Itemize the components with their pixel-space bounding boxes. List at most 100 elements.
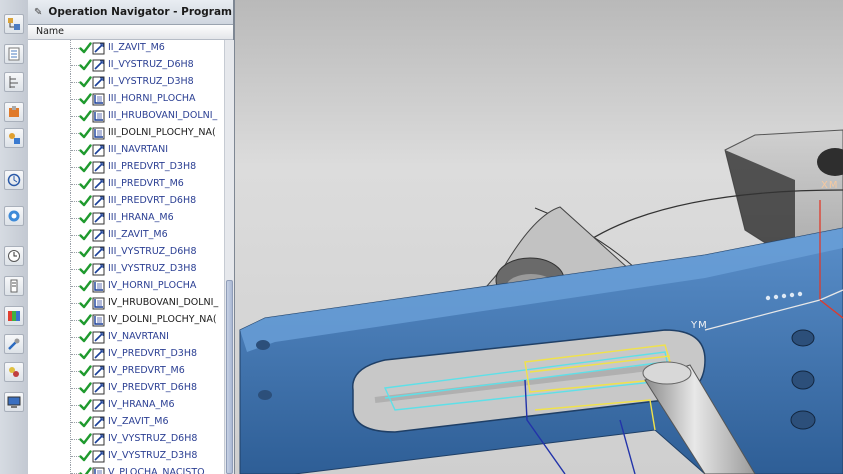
tool-icon[interactable] bbox=[4, 334, 24, 354]
face-mill-op-icon bbox=[92, 127, 105, 140]
machine-tool-icon[interactable] bbox=[4, 102, 24, 122]
drill-op-icon bbox=[92, 161, 105, 174]
part-hole-2 bbox=[791, 370, 815, 390]
operation-row[interactable]: III_PREDVRT_D6H8 bbox=[28, 193, 224, 210]
operation-row[interactable]: II_VYSTRUZ_D6H8 bbox=[28, 57, 224, 74]
operation-label: IV_PREDVRT_D6H8 bbox=[108, 382, 198, 393]
operation-row[interactable]: IV_VYSTRUZ_D6H8 bbox=[28, 431, 224, 448]
navigator-title: Operation Navigator - Program O... bbox=[48, 6, 233, 18]
operation-label: IV_PREDVRT_D3H8 bbox=[108, 348, 198, 359]
operation-label: IV_VYSTRUZ_D6H8 bbox=[108, 433, 198, 444]
operation-row[interactable]: IV_ZAVIT_M6 bbox=[28, 414, 224, 431]
status-complete-icon bbox=[79, 110, 92, 122]
pin-icon[interactable]: ✎ bbox=[34, 7, 42, 18]
operation-row[interactable]: III_ZAVIT_M6 bbox=[28, 227, 224, 244]
status-complete-icon bbox=[79, 416, 92, 428]
operation-label: IV_HRANA_M6 bbox=[108, 399, 175, 410]
part-hole-left-2 bbox=[258, 390, 272, 400]
status-complete-icon bbox=[79, 450, 92, 462]
column-header-label: Name bbox=[36, 26, 65, 37]
drill-op-icon bbox=[92, 76, 105, 89]
drill-op-icon bbox=[92, 178, 105, 191]
history-icon[interactable] bbox=[4, 170, 24, 190]
operation-row[interactable]: III_HRANA_M6 bbox=[28, 210, 224, 227]
tree-branch-line bbox=[71, 337, 79, 338]
operation-row[interactable]: III_VYSTRUZ_D3H8 bbox=[28, 261, 224, 278]
scrollbar-thumb[interactable] bbox=[226, 280, 233, 474]
tree-branch-line bbox=[71, 320, 79, 321]
operation-row[interactable]: II_VYSTRUZ_D3H8 bbox=[28, 74, 224, 91]
status-complete-icon bbox=[79, 467, 92, 474]
operation-label: IV_HORNI_PLOCHA bbox=[108, 280, 197, 291]
operation-row[interactable]: IV_PREDVRT_M6 bbox=[28, 363, 224, 380]
assembly-navigator-icon[interactable] bbox=[4, 72, 24, 92]
status-complete-icon bbox=[79, 76, 92, 88]
drill-op-icon bbox=[92, 59, 105, 72]
operation-row[interactable]: IV_NAVRTANI bbox=[28, 329, 224, 346]
operation-row[interactable]: III_PREDVRT_M6 bbox=[28, 176, 224, 193]
status-complete-icon bbox=[79, 229, 92, 241]
tree-branch-line bbox=[71, 439, 79, 440]
tree-branch-line bbox=[71, 218, 79, 219]
operation-label: III_VYSTRUZ_D3H8 bbox=[108, 263, 197, 274]
operation-label: IV_ZAVIT_M6 bbox=[108, 416, 169, 427]
tree-branch-line bbox=[71, 150, 79, 151]
drill-op-icon bbox=[92, 416, 105, 429]
operation-row[interactable]: IV_HORNI_PLOCHA bbox=[28, 278, 224, 295]
palette-icon[interactable] bbox=[4, 306, 24, 326]
status-complete-icon bbox=[79, 42, 92, 54]
operation-row[interactable]: III_PREDVRT_D3H8 bbox=[28, 159, 224, 176]
operation-row[interactable]: IV_PREDVRT_D6H8 bbox=[28, 380, 224, 397]
operation-row[interactable]: IV_HRUBOVANI_DOLNI_ bbox=[28, 295, 224, 312]
status-complete-icon bbox=[79, 297, 92, 309]
tree-branch-line bbox=[71, 82, 79, 83]
operation-row[interactable]: III_VYSTRUZ_D6H8 bbox=[28, 244, 224, 261]
vertical-scrollbar[interactable] bbox=[224, 40, 234, 474]
tree-branch-line bbox=[71, 99, 79, 100]
drill-op-icon bbox=[92, 433, 105, 446]
tree-branch-line bbox=[71, 388, 79, 389]
operation-row[interactable]: II_ZAVIT_M6 bbox=[28, 40, 224, 57]
part-navigator-icon[interactable] bbox=[4, 44, 24, 64]
drill-op-icon bbox=[92, 246, 105, 259]
operation-row[interactable]: III_HRUBOVANI_DOLNI_ bbox=[28, 108, 224, 125]
tree-branch-line bbox=[71, 133, 79, 134]
tree-branch-line bbox=[71, 167, 79, 168]
operation-row[interactable]: V_PLOCHA_NACISTO bbox=[28, 465, 224, 474]
operation-row[interactable]: IV_VYSTRUZ_D3H8 bbox=[28, 448, 224, 465]
drill-op-icon bbox=[92, 229, 105, 242]
constraint-icon[interactable] bbox=[4, 276, 24, 296]
operation-row[interactable]: IV_PREDVRT_D3H8 bbox=[28, 346, 224, 363]
graphics-viewport[interactable]: XM YM bbox=[235, 0, 843, 474]
drill-op-icon bbox=[92, 195, 105, 208]
operation-row[interactable]: IV_HRANA_M6 bbox=[28, 397, 224, 414]
operation-label: III_NAVRTANI bbox=[108, 144, 169, 155]
operation-label: III_DOLNI_PLOCHY_NA( bbox=[108, 127, 216, 138]
operation-row[interactable]: III_DOLNI_PLOCHY_NA( bbox=[28, 125, 224, 142]
operation-label: III_PREDVRT_D3H8 bbox=[108, 161, 197, 172]
clock-icon[interactable] bbox=[4, 246, 24, 266]
system-icon[interactable] bbox=[4, 392, 24, 412]
operation-row[interactable]: III_NAVRTANI bbox=[28, 142, 224, 159]
status-complete-icon bbox=[79, 212, 92, 224]
status-complete-icon bbox=[79, 127, 92, 139]
materials-icon[interactable] bbox=[4, 362, 24, 382]
status-complete-icon bbox=[79, 178, 92, 190]
operation-row[interactable]: IV_DOLNI_PLOCHY_NA( bbox=[28, 312, 224, 329]
status-complete-icon bbox=[79, 399, 92, 411]
tree-branch-line bbox=[71, 65, 79, 66]
part-hole-1 bbox=[791, 329, 815, 347]
internet-explorer-icon[interactable] bbox=[4, 206, 24, 226]
roles-icon[interactable] bbox=[4, 128, 24, 148]
status-complete-icon bbox=[79, 314, 92, 326]
operation-navigator-icon[interactable] bbox=[4, 14, 24, 34]
operation-label: IV_NAVRTANI bbox=[108, 331, 169, 342]
drill-op-icon bbox=[92, 212, 105, 225]
operation-label: IV_VYSTRUZ_D3H8 bbox=[108, 450, 198, 461]
status-complete-icon bbox=[79, 280, 92, 292]
operation-row[interactable]: III_HORNI_PLOCHA bbox=[28, 91, 224, 108]
operation-label: III_PREDVRT_D6H8 bbox=[108, 195, 197, 206]
column-header-name[interactable]: Name bbox=[28, 25, 233, 40]
face-mill-op-icon bbox=[92, 93, 105, 106]
status-complete-icon bbox=[79, 382, 92, 394]
